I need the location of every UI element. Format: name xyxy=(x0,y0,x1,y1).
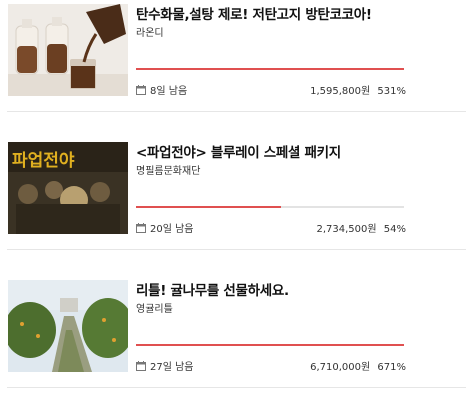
project-maker: 영귤리틀 xyxy=(136,304,173,315)
project-title[interactable]: 탄수화물,설탕 제로! 저탄고지 방탄코코아! xyxy=(136,3,458,23)
project-thumbnail[interactable] xyxy=(8,280,128,372)
funding-progress-fill xyxy=(136,344,404,346)
project-maker: 라온디 xyxy=(136,28,164,39)
funded-percent: 54% xyxy=(383,224,406,235)
divider xyxy=(7,387,466,388)
funding-progress-bar xyxy=(136,206,404,208)
calendar-icon xyxy=(136,360,146,371)
divider xyxy=(7,111,466,112)
funded-amount: 6,710,000원 xyxy=(310,362,371,373)
calendar-icon xyxy=(136,222,146,233)
poster-title: 파업전야 xyxy=(12,151,75,171)
movie-poster-photo-icon: 파업전야 xyxy=(8,142,128,234)
project-maker: 명필름문화재단 xyxy=(136,166,201,177)
cocoa-photo-icon xyxy=(8,4,128,96)
days-left: 8일 남음 xyxy=(150,86,188,97)
project-card[interactable]: 리틀! 귤나무를 선물하세요. 영귤리틀 27일 남음 6,710,000원 6… xyxy=(0,276,466,406)
funding-progress-fill xyxy=(136,68,404,70)
funding-progress-fill xyxy=(136,206,281,208)
project-title[interactable]: 리틀! 귤나무를 선물하세요. xyxy=(136,279,458,299)
funded-percent: 531% xyxy=(377,86,406,97)
project-meta: 8일 남음 1,595,800원 531% xyxy=(136,82,406,98)
project-card[interactable]: 탄수화물,설탕 제로! 저탄고지 방탄코코아! 라온디 8일 남음 1,595,… xyxy=(0,0,466,130)
project-title[interactable]: <파업전야> 블루레이 스페셜 패키지 xyxy=(136,141,458,161)
orchard-photo-icon xyxy=(8,280,128,372)
calendar-icon xyxy=(136,84,146,95)
days-left: 27일 남음 xyxy=(150,362,194,373)
project-card[interactable]: 파업전야 <파업전야> 블루레이 스페셜 패키지 명필름문화재단 20일 남음 … xyxy=(0,138,466,268)
divider xyxy=(7,249,466,250)
funding-progress-bar xyxy=(136,344,404,346)
project-meta: 27일 남음 6,710,000원 671% xyxy=(136,358,406,374)
funded-amount: 1,595,800원 xyxy=(310,86,371,97)
project-thumbnail[interactable]: 파업전야 xyxy=(8,142,128,234)
funding-progress-bar xyxy=(136,68,404,70)
funded-percent: 671% xyxy=(377,362,406,373)
project-meta: 20일 남음 2,734,500원 54% xyxy=(136,220,406,236)
days-left: 20일 남음 xyxy=(150,224,194,235)
funded-amount: 2,734,500원 xyxy=(316,224,377,235)
project-thumbnail[interactable] xyxy=(8,4,128,96)
